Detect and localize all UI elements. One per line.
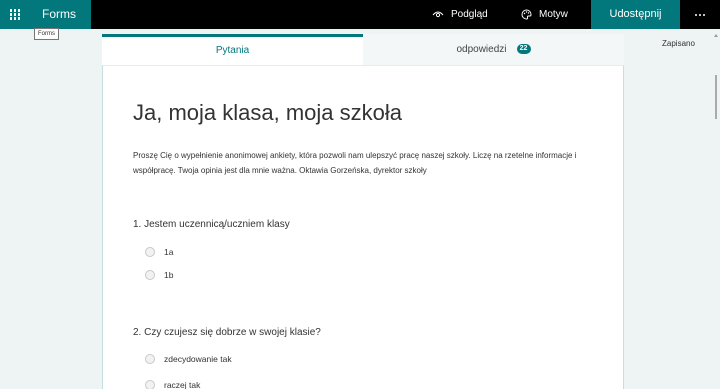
tab-responses-label: odpowiedzi: [456, 44, 507, 55]
top-bar: Forms Podgląd Motyw Udostępnij: [0, 0, 720, 29]
responses-count-badge: 22: [516, 44, 531, 55]
preview-button[interactable]: Podgląd: [432, 0, 488, 29]
form-title[interactable]: Ja, moja klasa, moja szkoła: [133, 100, 402, 126]
tab-responses[interactable]: odpowiedzi 22: [363, 34, 624, 65]
eye-icon: [432, 11, 444, 18]
palette-icon: [521, 9, 532, 20]
question-2-option-2[interactable]: raczej tak: [145, 379, 200, 389]
question-2-option-1[interactable]: zdecydowanie tak: [145, 353, 232, 365]
scrollbar-thumb[interactable]: [715, 75, 717, 119]
radio-button[interactable]: [145, 354, 155, 364]
form-card: Ja, moja klasa, moja szkoła Proszę Cię o…: [102, 65, 624, 389]
preview-label: Podgląd: [451, 9, 488, 20]
app-name[interactable]: Forms: [30, 0, 91, 29]
share-button[interactable]: Udostępnij: [591, 0, 680, 29]
question-2[interactable]: 2. Czy czujesz się dobrze w swojej klasi…: [133, 327, 321, 338]
tab-questions[interactable]: Pytania: [102, 34, 363, 65]
saved-status: Zapisano: [662, 39, 695, 48]
question-1-option-1[interactable]: 1a: [145, 246, 173, 258]
option-label: raczej tak: [164, 380, 201, 389]
option-label: zdecydowanie tak: [164, 354, 232, 364]
app-launcher-button[interactable]: [0, 0, 30, 29]
question-1[interactable]: 1. Jestem uczennicą/uczniem klasy: [133, 219, 290, 230]
more-options-button[interactable]: [680, 0, 720, 29]
option-label: 1b: [164, 270, 174, 280]
theme-button[interactable]: Motyw: [521, 0, 568, 29]
tab-bar: Pytania odpowiedzi 22: [102, 34, 624, 65]
tooltip: Forms: [34, 28, 59, 40]
option-label: 1a: [164, 247, 174, 257]
radio-button[interactable]: [145, 380, 155, 389]
radio-button[interactable]: [145, 247, 155, 257]
scroll-up-arrow-icon[interactable]: [714, 34, 718, 37]
radio-button[interactable]: [145, 270, 155, 280]
ellipsis-icon: [695, 13, 697, 16]
theme-label: Motyw: [539, 9, 568, 20]
form-description[interactable]: Proszę Cię o wypełnienie anonimowej anki…: [133, 148, 603, 178]
question-1-option-2[interactable]: 1b: [145, 269, 173, 281]
waffle-icon: [9, 9, 21, 20]
